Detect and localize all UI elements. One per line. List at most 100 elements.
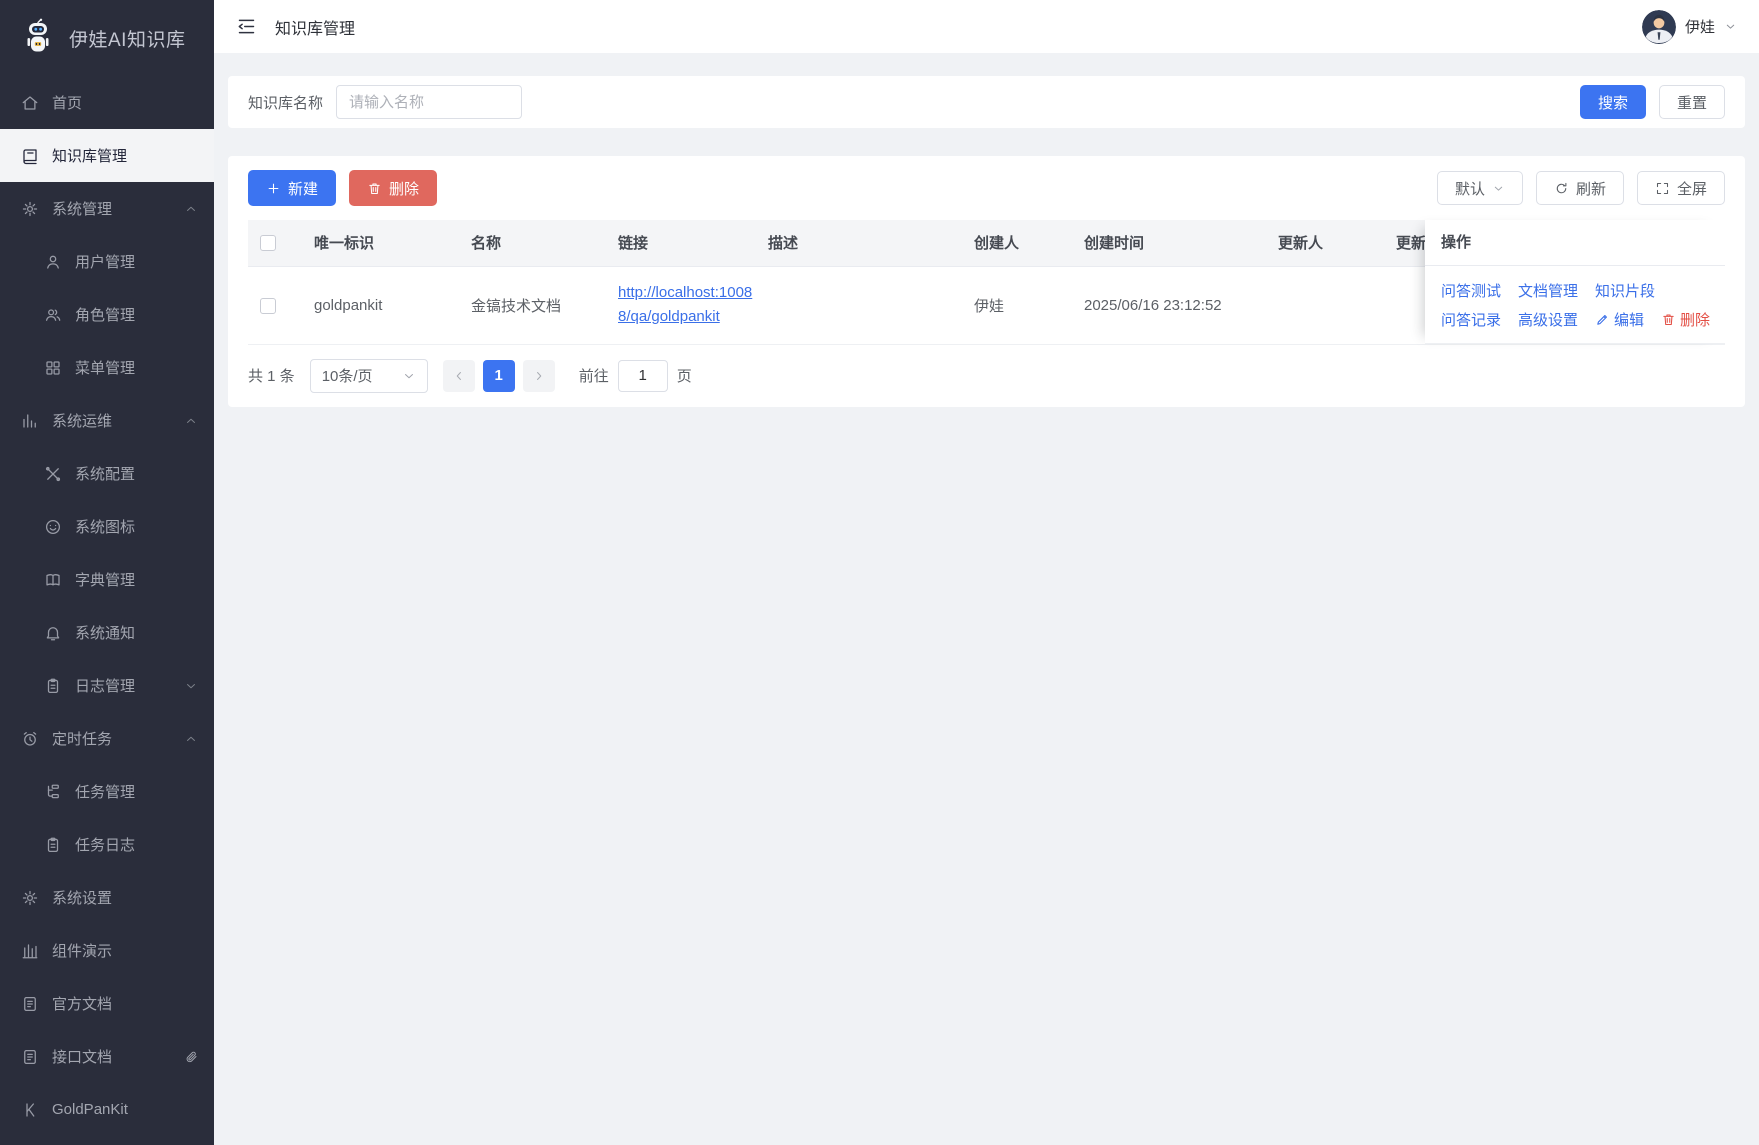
sidebar-item-knowledge[interactable]: 知识库管理 xyxy=(0,129,214,182)
user-menu[interactable]: 伊娃 xyxy=(1641,9,1737,44)
app-logo[interactable]: 伊娃AI知识库 xyxy=(0,0,214,76)
sidebar-item-label: 系统配置 xyxy=(75,466,136,483)
table-toolbar: 新建 删除 默认 刷新 全屏 xyxy=(248,170,1725,206)
op-link-delete[interactable]: 删除 xyxy=(1661,309,1710,330)
menu-fold-icon[interactable] xyxy=(236,16,257,37)
sidebar-item-home[interactable]: 首页 xyxy=(0,76,214,129)
column-header-created_at: 创建时间 xyxy=(1072,220,1266,267)
sidebar-item-system[interactable]: 系统管理 xyxy=(0,182,214,235)
users-icon xyxy=(44,306,62,324)
alarm-icon xyxy=(21,730,39,748)
chevron-down-icon xyxy=(402,369,416,383)
page-1-button[interactable]: 1 xyxy=(482,359,515,392)
cell-updater xyxy=(1266,266,1384,345)
column-header-creator: 创建人 xyxy=(962,220,1072,267)
sidebar-item-official-docs[interactable]: 官方文档 xyxy=(0,977,214,1030)
sidebar-item-cron[interactable]: 定时任务 xyxy=(0,712,214,765)
column-header-desc: 描述 xyxy=(756,220,962,267)
op-link-qa-test[interactable]: 问答测试 xyxy=(1441,280,1501,301)
kb-name-input[interactable] xyxy=(336,85,523,119)
op-link-knowledge-snippets[interactable]: 知识片段 xyxy=(1595,280,1655,301)
sidebar-item-dict-mgmt[interactable]: 字典管理 xyxy=(0,553,214,606)
column-header-updater: 更新人 xyxy=(1266,220,1384,267)
sidebar-item-label: 菜单管理 xyxy=(75,360,136,377)
sidebar-item-components-demo[interactable]: 组件演示 xyxy=(0,924,214,977)
row-checkbox[interactable] xyxy=(260,297,276,314)
sidebar-item-label: 知识库管理 xyxy=(52,148,128,165)
smile-icon xyxy=(44,518,62,536)
clipboard-icon xyxy=(44,836,62,854)
grid-icon xyxy=(44,359,62,377)
prev-page-button[interactable] xyxy=(442,359,475,392)
chevron-up-icon xyxy=(184,732,198,746)
cell-name: 金镐技术文档 xyxy=(459,266,606,345)
sidebar-item-role-mgmt[interactable]: 角色管理 xyxy=(0,288,214,341)
sidebar-item-label: 首页 xyxy=(52,95,83,112)
sidebar-item-settings[interactable]: 系统设置 xyxy=(0,871,214,924)
sidebar-item-label: 组件演示 xyxy=(52,943,113,960)
sidebar: 伊娃AI知识库 首页知识库管理系统管理用户管理角色管理菜单管理系统运维系统配置系… xyxy=(0,0,214,1145)
sidebar-item-label: 系统通知 xyxy=(75,625,136,642)
pagination: 共 1 条 10条/页 1 前往 页 xyxy=(248,358,1725,393)
sidebar-item-sys-icons[interactable]: 系统图标 xyxy=(0,500,214,553)
trash-icon xyxy=(367,181,382,196)
sidebar-item-menu-mgmt[interactable]: 菜单管理 xyxy=(0,341,214,394)
page-size-select[interactable]: 10条/页 xyxy=(309,358,428,393)
sidebar-item-label: 定时任务 xyxy=(52,731,113,748)
avatar xyxy=(1641,9,1676,44)
sidebar-menu: 首页知识库管理系统管理用户管理角色管理菜单管理系统运维系统配置系统图标字典管理系… xyxy=(0,76,214,1145)
plus-icon xyxy=(266,181,281,196)
user-name: 伊娃 xyxy=(1684,19,1715,36)
cell-id: goldpankit xyxy=(302,266,459,345)
total-count: 共 1 条 xyxy=(248,368,295,385)
op-cell: 问答测试 文档管理 知识片段问答记录 高级设置 编辑 删除 xyxy=(1425,266,1725,344)
sidebar-item-label: 字典管理 xyxy=(75,572,136,589)
home-icon xyxy=(21,94,39,112)
sidebar-item-label: 任务管理 xyxy=(75,784,136,801)
cell-link: http://localhost:1008 8/qa/goldpankit xyxy=(606,266,756,345)
op-link-advanced-settings[interactable]: 高级设置 xyxy=(1518,309,1578,330)
fullscreen-button[interactable]: 全屏 xyxy=(1636,171,1725,205)
sidebar-item-api-docs[interactable]: 接口文档 xyxy=(0,1030,214,1083)
sidebar-item-goldpankit[interactable]: GoldPanKit xyxy=(0,1083,214,1136)
sidebar-item-label: 系统管理 xyxy=(52,201,113,218)
op-link-edit[interactable]: 编辑 xyxy=(1595,309,1644,330)
sidebar-item-label: 日志管理 xyxy=(75,678,136,695)
chevron-down-icon xyxy=(184,679,198,693)
sidebar-item-sys-config[interactable]: 系统配置 xyxy=(0,447,214,500)
chevron-right-icon xyxy=(532,369,546,383)
search-button[interactable]: 搜索 xyxy=(1579,85,1646,119)
sidebar-item-user-mgmt[interactable]: 用户管理 xyxy=(0,235,214,288)
doc-icon xyxy=(21,995,39,1013)
knowledge-icon xyxy=(21,147,39,165)
density-select[interactable]: 默认 xyxy=(1436,171,1523,205)
chevron-up-icon xyxy=(184,202,198,216)
reset-button[interactable]: 重置 xyxy=(1658,85,1725,119)
kb-link[interactable]: http://localhost:1008 8/qa/goldpankit xyxy=(618,281,752,329)
k-icon xyxy=(21,1101,39,1119)
column-header-name: 名称 xyxy=(459,220,606,267)
sidebar-item-sys-notice[interactable]: 系统通知 xyxy=(0,606,214,659)
create-button[interactable]: 新建 xyxy=(248,170,337,206)
select-all-checkbox[interactable] xyxy=(260,235,276,252)
goto-page-input[interactable] xyxy=(617,359,668,392)
cell-created_at: 2025/06/16 23:12:52 xyxy=(1072,266,1266,345)
tools-icon xyxy=(44,465,62,483)
next-page-button[interactable] xyxy=(522,359,555,392)
sidebar-item-task-mgmt[interactable]: 任务管理 xyxy=(0,765,214,818)
gear2-icon xyxy=(21,889,39,907)
tasks-icon xyxy=(44,783,62,801)
cell-checkbox xyxy=(248,266,302,345)
op-link-qa-records[interactable]: 问答记录 xyxy=(1441,309,1501,330)
sidebar-item-task-logs[interactable]: 任务日志 xyxy=(0,818,214,871)
sidebar-item-ops[interactable]: 系统运维 xyxy=(0,394,214,447)
refresh-button[interactable]: 刷新 xyxy=(1535,171,1624,205)
doc-icon xyxy=(21,1048,39,1066)
chevron-left-icon xyxy=(452,369,466,383)
page-title: 知识库管理 xyxy=(275,20,356,38)
delete-button[interactable]: 删除 xyxy=(349,170,438,206)
fullscreen-icon xyxy=(1655,181,1670,196)
op-link-doc-mgmt[interactable]: 文档管理 xyxy=(1518,280,1578,301)
sidebar-item-log-mgmt[interactable]: 日志管理 xyxy=(0,659,214,712)
sidebar-item-label: 角色管理 xyxy=(75,307,136,324)
